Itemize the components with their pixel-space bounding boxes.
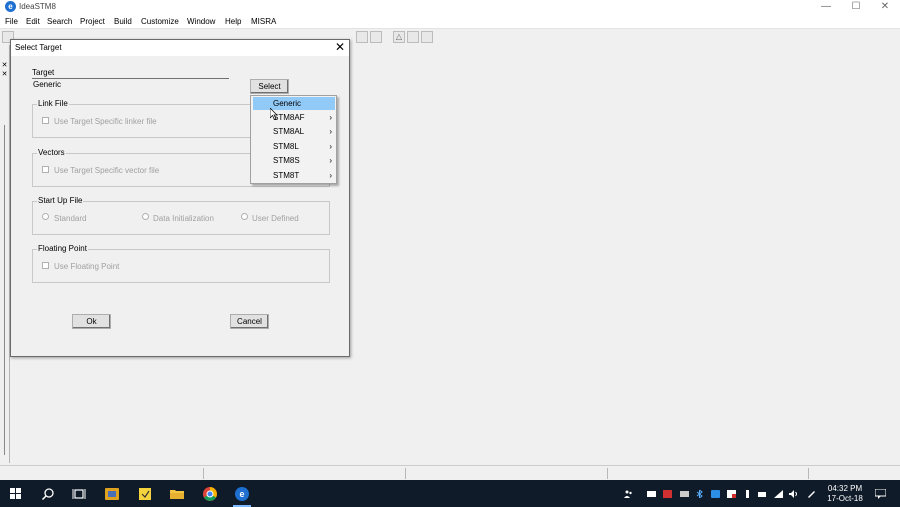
tray-app-icon[interactable] <box>727 490 736 498</box>
menu-help[interactable]: Help <box>225 17 241 26</box>
toolbar-tool-icon[interactable] <box>356 31 368 43</box>
dialog-close-icon[interactable]: ✕ <box>335 41 345 54</box>
toolbar-tool-icon[interactable] <box>407 31 419 43</box>
notifications-icon[interactable] <box>875 489 886 499</box>
taskbar: e 04:32 PM 17-Oct-18 <box>0 480 900 507</box>
tray-app-icon[interactable] <box>647 490 656 498</box>
dropdown-item-label: STM8L <box>273 142 299 151</box>
task-view-icon[interactable] <box>72 487 86 501</box>
status-divider <box>203 468 204 479</box>
dropdown-item-stm8al[interactable]: STM8AL › <box>253 125 335 138</box>
tray-app-icon[interactable] <box>680 490 689 498</box>
tray-app-icon[interactable] <box>663 490 672 498</box>
sticky-notes-icon[interactable] <box>138 487 152 501</box>
taskbar-clock[interactable]: 04:32 PM 17-Oct-18 <box>820 484 870 504</box>
data-initialization-radio-label: Data Initialization <box>153 214 214 223</box>
chevron-right-icon: › <box>329 156 332 165</box>
side-panel: ✕ ✕ <box>0 45 10 463</box>
app-icon: e <box>5 1 16 12</box>
window-title: IdeaSTM8 <box>19 2 56 11</box>
people-icon[interactable] <box>624 490 633 498</box>
battery-icon[interactable] <box>758 490 767 498</box>
warning-icon[interactable]: △ <box>393 31 405 43</box>
menu-bar: File Edit Search Project Build Customize… <box>0 14 900 29</box>
vector-file-checkbox[interactable] <box>42 166 49 173</box>
panel-divider <box>4 125 5 455</box>
chevron-right-icon: › <box>329 127 332 136</box>
linker-file-checkbox-label: Use Target Specific linker file <box>54 117 157 126</box>
select-target-dialog: Select Target ✕ Target Generic Select Li… <box>10 39 350 357</box>
tray-app-icon[interactable] <box>711 490 720 498</box>
standard-radio[interactable] <box>42 213 49 220</box>
dropdown-item-stm8t[interactable]: STM8T › <box>253 169 335 182</box>
dropdown-item-label: STM8S <box>273 156 300 165</box>
minimize-button[interactable]: — <box>811 0 841 14</box>
mouse-cursor-icon <box>270 108 278 120</box>
dropdown-item-generic[interactable]: Generic <box>253 97 335 110</box>
svg-text:e: e <box>239 489 244 499</box>
status-divider <box>405 468 406 479</box>
chevron-right-icon: › <box>329 171 332 180</box>
usb-icon[interactable] <box>743 490 752 498</box>
toolbar-tool-icon[interactable] <box>370 31 382 43</box>
dropdown-item-label: STM8T <box>273 171 300 180</box>
status-divider <box>808 468 809 479</box>
target-field[interactable]: Generic <box>32 78 229 91</box>
menu-search[interactable]: Search <box>47 17 72 26</box>
vectors-label: Vectors <box>37 148 66 157</box>
pen-icon[interactable] <box>807 490 816 498</box>
status-divider <box>607 468 608 479</box>
title-bar: e IdeaSTM8 — ☐ ✕ <box>0 0 900 14</box>
close-panel-icon[interactable]: ✕ <box>1 62 8 70</box>
vector-file-checkbox-label: Use Target Specific vector file <box>54 166 160 175</box>
dialog-title: Select Target <box>15 43 62 52</box>
close-window-button[interactable]: ✕ <box>870 0 900 14</box>
data-initialization-radio[interactable] <box>142 213 149 220</box>
menu-edit[interactable]: Edit <box>26 17 40 26</box>
close-panel-icon[interactable]: ✕ <box>1 71 8 79</box>
floating-point-checkbox[interactable] <box>42 262 49 269</box>
user-defined-radio[interactable] <box>241 213 248 220</box>
menu-customize[interactable]: Customize <box>141 17 179 26</box>
linker-file-checkbox[interactable] <box>42 117 49 124</box>
dropdown-item-label: STM8AL <box>273 127 305 136</box>
menu-file[interactable]: File <box>5 17 18 26</box>
status-bar <box>0 465 900 481</box>
clock-time: 04:32 PM <box>827 484 863 493</box>
search-icon[interactable] <box>41 487 55 501</box>
dialog-title-bar: Select Target ✕ <box>11 40 349 56</box>
startup-file-label: Start Up File <box>37 196 84 205</box>
user-defined-radio-label: User Defined <box>252 214 299 223</box>
chrome-icon[interactable] <box>203 487 217 501</box>
menu-misra[interactable]: MISRA <box>251 17 276 26</box>
standard-radio-label: Standard <box>54 214 87 223</box>
media-player-icon[interactable] <box>105 487 119 501</box>
target-dropdown-menu: Generic STM8AF › STM8AL › STM8L › STM8S … <box>250 95 337 184</box>
windows-start-icon[interactable] <box>10 488 21 499</box>
chevron-right-icon: › <box>329 142 332 151</box>
dropdown-item-stm8s[interactable]: STM8S › <box>253 154 335 167</box>
target-label: Target <box>32 68 55 77</box>
menu-build[interactable]: Build <box>114 17 132 26</box>
dropdown-item-stm8af[interactable]: STM8AF › <box>253 111 335 124</box>
wifi-icon[interactable] <box>774 490 783 498</box>
clock-date: 17-Oct-18 <box>827 494 863 503</box>
chevron-right-icon: › <box>329 113 332 122</box>
bluetooth-icon[interactable] <box>695 490 704 498</box>
ide-stm8-taskbar-icon[interactable]: e <box>235 487 249 501</box>
ok-button[interactable]: Ok <box>72 314 111 329</box>
maximize-button[interactable]: ☐ <box>841 0 871 14</box>
menu-project[interactable]: Project <box>80 17 105 26</box>
link-file-label: Link File <box>37 99 69 108</box>
floating-point-checkbox-label: Use Floating Point <box>54 262 120 271</box>
select-button[interactable]: Select <box>250 79 289 94</box>
dropdown-item-stm8l[interactable]: STM8L › <box>253 140 335 153</box>
menu-window[interactable]: Window <box>187 17 215 26</box>
toolbar-tool-icon[interactable] <box>421 31 433 43</box>
file-explorer-icon[interactable] <box>170 487 184 501</box>
floating-point-label: Floating Point <box>37 244 88 253</box>
cancel-button[interactable]: Cancel <box>230 314 269 329</box>
volume-icon[interactable] <box>789 490 798 498</box>
